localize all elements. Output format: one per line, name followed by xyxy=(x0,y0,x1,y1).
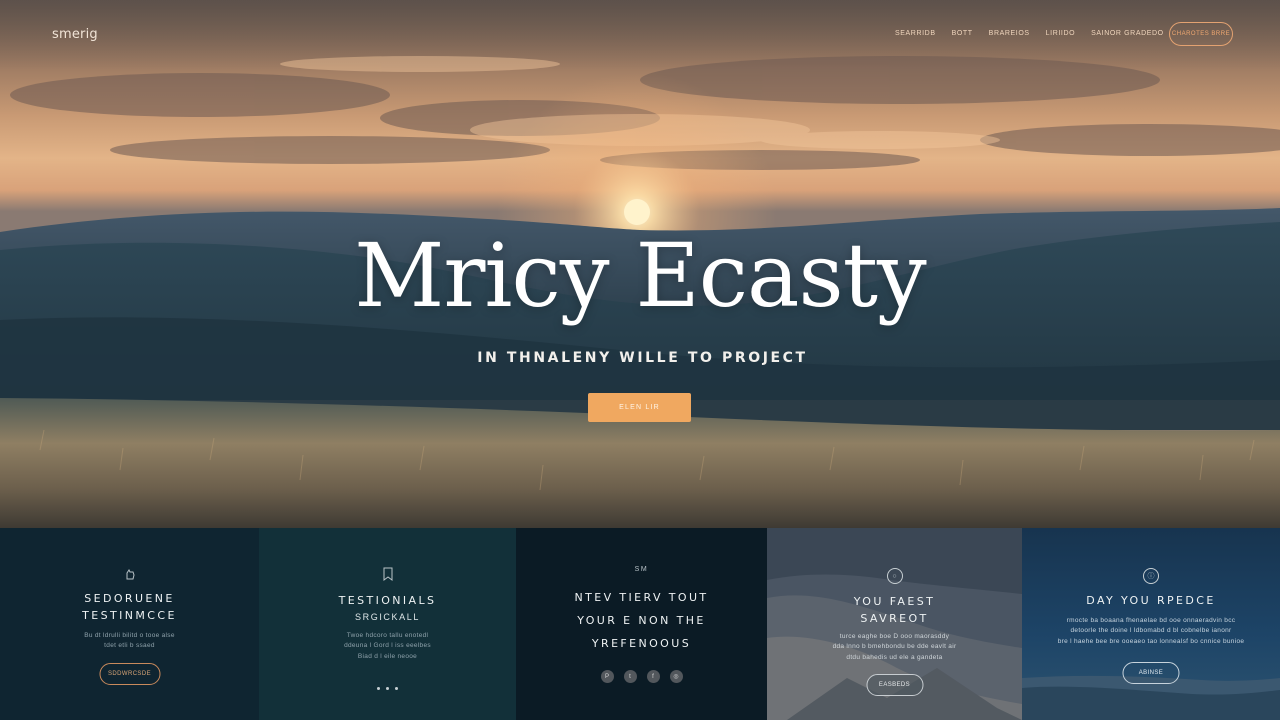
panel-4-body: turce eaghe boe D ooo maorasddy dda lnno… xyxy=(767,632,1022,663)
hero-title: Mricy Ecasty xyxy=(354,224,927,327)
panel-1-title-line-1: SEDORUENE xyxy=(84,592,175,605)
bookmark-icon xyxy=(380,566,396,582)
panel-2-subtitle: SRGICKALL xyxy=(355,612,420,622)
social-links: P t f ◎ xyxy=(516,670,767,683)
feature-panel-1: SEDORUENE TESTINMCCE Bu dt ldrulli bilit… xyxy=(0,528,259,720)
panel-3-title: NTEV TIERV TOUT YOUR E NON THE YREFENOOU… xyxy=(516,586,767,655)
hero-cta-button[interactable]: ELEN LIR xyxy=(588,393,691,422)
hero-subtitle: IN THNALENY WILLE TO PROJECT xyxy=(477,350,808,366)
top-nav: SEARRIDB BOTT BRAREIOS LIRIIDO SAINOR GR… xyxy=(895,30,1180,37)
panel-2-body-line-2: ddeuna l Gord l iss eeelbes xyxy=(344,642,431,650)
panel-2-body-line-1: Twoe hdcoro tallu enotedl xyxy=(346,632,429,639)
panel-5-body: rmocte ba boaana fhenaelae bd ooe onnaer… xyxy=(1022,616,1280,647)
panel-3-title-line-3: YREFENOOUS xyxy=(591,637,692,651)
panel-5-title: DAY YOU RPEDCE xyxy=(1086,594,1216,607)
pinterest-icon[interactable]: P xyxy=(600,670,614,683)
feature-panel-3: SM NTEV TIERV TOUT YOUR E NON THE YREFEN… xyxy=(516,528,767,720)
carousel-dot[interactable] xyxy=(386,687,389,690)
panel-1-body: Bu dt ldrulli bilitd o tooe alse tdet et… xyxy=(0,631,259,652)
panel-1-body-line-2: tdet etli b ssaed xyxy=(104,642,155,650)
nav-link-5[interactable]: SAINOR GRADEDO xyxy=(1091,30,1164,37)
carousel-dot[interactable] xyxy=(377,687,380,690)
panel-2-body-line-3: Biad d l eile neooe xyxy=(357,652,418,660)
panel-4-title: YOU FAEST SAVREOT xyxy=(767,593,1022,627)
panel-5-body-line-1: rmocte ba boaana fhenaelae bd ooe onnaer… xyxy=(1066,617,1236,624)
panel-5-body-line-3: bre l haehe bee bre ooeaeo tao lonnealsf… xyxy=(1057,637,1245,645)
header-cta-button[interactable]: CHAROTES BRRE xyxy=(1169,22,1233,46)
panel-4-body-line-2: dda lnno b bmehbondu be dde eavlt air xyxy=(832,643,957,651)
panel-1-title-line-2: TESTINMCCE xyxy=(82,608,177,622)
carousel-dots xyxy=(259,687,516,690)
panel-4-body-line-3: dtdu bahedis ud ele a gandeta xyxy=(846,653,943,661)
hand-icon xyxy=(122,566,138,582)
panel-1-title: SEDORUENE TESTINMCCE xyxy=(0,591,259,624)
feature-panel-4: ○ YOU FAEST SAVREOT turce eaghe boe D oo… xyxy=(767,528,1022,720)
hero-section: smerig SEARRIDB BOTT BRAREIOS LIRIIDO SA… xyxy=(0,0,1280,528)
feature-panel-2: TESTIONIALS SRGICKALL Twoe hdcoro tallu … xyxy=(259,528,516,720)
nav-link-1[interactable]: SEARRIDB xyxy=(895,30,936,37)
panel-3-title-line-1: NTEV TIERV TOUT xyxy=(574,591,709,604)
nav-link-4[interactable]: LIRIIDO xyxy=(1046,30,1075,37)
panel-4-button[interactable]: EASBEDS xyxy=(866,674,923,696)
twitter-icon[interactable]: t xyxy=(623,670,637,683)
facebook-icon[interactable]: f xyxy=(646,670,660,683)
nav-link-3[interactable]: BRAREIOS xyxy=(989,30,1030,37)
panel-2-body: Twoe hdcoro tallu enotedl ddeuna l Gord … xyxy=(259,631,516,662)
panel-3-title-line-2: YOUR E NON THE xyxy=(577,614,706,628)
circle-icon: ○ xyxy=(886,568,903,584)
panel-1-body-line-1: Bu dt ldrulli bilitd o tooe alse xyxy=(84,632,175,639)
panel-5-button[interactable]: ABINSE xyxy=(1122,662,1180,684)
brand-logo[interactable]: smerig xyxy=(52,27,98,42)
panel-4-title-line-1: YOU FAEST xyxy=(853,595,936,608)
panel-2-title: TESTIONIALS xyxy=(338,594,437,607)
info-icon: ⓘ xyxy=(1143,568,1159,584)
feature-panel-5: ⓘ DAY YOU RPEDCE rmocte ba boaana fhenae… xyxy=(1022,528,1280,720)
instagram-icon[interactable]: ◎ xyxy=(669,670,683,683)
panel-5-body-line-2: detoorle the doine l ldbomabd d bl cobne… xyxy=(1070,627,1232,635)
panel-1-button[interactable]: SDDWRCSDE xyxy=(99,663,160,685)
carousel-dot[interactable] xyxy=(395,687,398,690)
panel-4-title-line-2: SAVREOT xyxy=(860,612,929,626)
panel-3-kicker: SM xyxy=(634,566,649,573)
nav-link-2[interactable]: BOTT xyxy=(952,30,973,37)
panel-4-body-line-1: turce eaghe boe D ooo maorasddy xyxy=(839,633,950,640)
